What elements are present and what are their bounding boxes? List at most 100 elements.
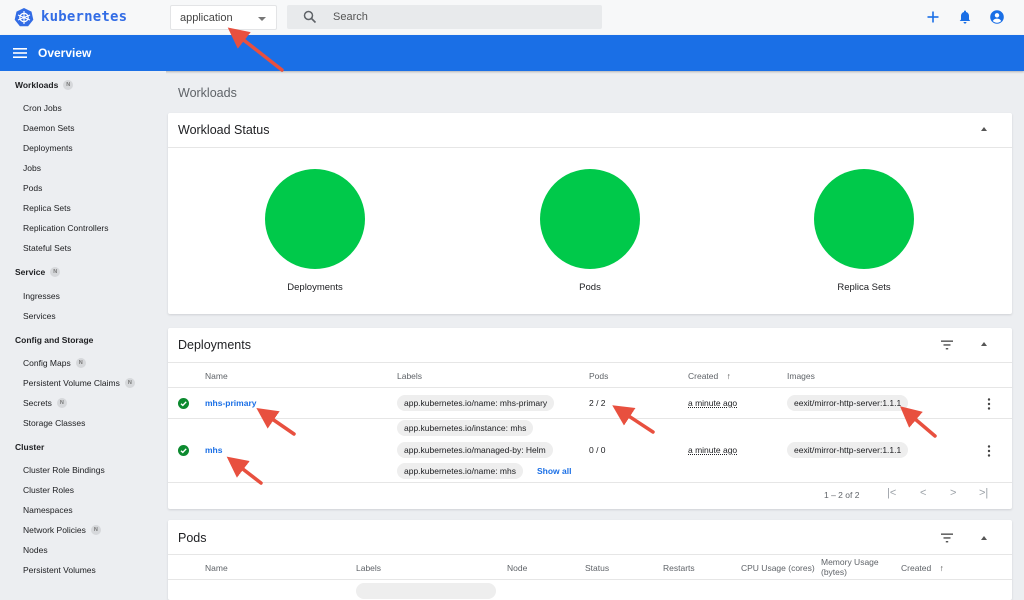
sidebar-item-services[interactable]: Services (23, 311, 56, 321)
sidebar-item-replication-controllers[interactable]: Replication Controllers (23, 223, 109, 233)
sidebar-item-replica-sets[interactable]: Replica Sets (23, 203, 71, 213)
sidebar-item-label: Pods (23, 183, 43, 193)
card-title: Deployments (178, 338, 251, 352)
status-pie-replica-sets[interactable] (814, 169, 914, 269)
hamburger-menu-icon[interactable] (13, 47, 27, 59)
first-page-icon[interactable]: |< (887, 487, 896, 499)
sidebar-item-cron-jobs[interactable]: Cron Jobs (23, 103, 62, 113)
kubernetes-logo[interactable]: kubernetes (14, 7, 127, 27)
sidebar-item-stateful-sets[interactable]: Stateful Sets (23, 243, 71, 253)
sidebar-item-label: Config Maps (23, 358, 71, 368)
sidebar-section-config-and-storage[interactable]: Config and Storage (15, 335, 93, 345)
filter-icon[interactable] (941, 340, 953, 350)
account-circle-icon[interactable] (989, 9, 1005, 25)
sidebar-item-ingresses[interactable]: Ingresses (23, 291, 60, 301)
chevron-down-icon (258, 17, 266, 21)
column-header-created[interactable]: Created ↑ (901, 563, 944, 573)
search-bar[interactable] (287, 5, 602, 29)
notifications-bell-icon[interactable] (957, 9, 973, 25)
sort-arrow-up-icon: ↑ (726, 371, 731, 381)
sidebar-section-label: Config and Storage (15, 335, 94, 345)
sidebar-item-deployments[interactable]: Deployments (23, 143, 73, 153)
search-input[interactable] (333, 5, 593, 29)
sidebar-item-label: Daemon Sets (23, 123, 75, 133)
more-vert-icon[interactable] (987, 398, 991, 410)
sort-arrow-up-icon: ↑ (939, 563, 944, 573)
sidebar-item-persistent-volumes[interactable]: Persistent Volumes (23, 565, 96, 575)
sidebar-item-pods[interactable]: Pods (23, 183, 42, 193)
sidebar-item-nodes[interactable]: Nodes (23, 545, 48, 555)
column-header-cpu-usage: CPU Usage (cores) (741, 563, 815, 573)
namespaced-badge: N (50, 267, 61, 277)
last-page-icon[interactable]: >| (979, 487, 988, 499)
sidebar-section-service[interactable]: Service N (15, 267, 61, 277)
namespace-selected-value: application (180, 12, 233, 24)
sidebar-item-label: Cluster Role Bindings (23, 465, 105, 475)
sidebar-section-label: Workloads (15, 80, 59, 90)
sidebar-item-label: Persistent Volumes (23, 565, 96, 575)
sidebar-item-daemon-sets[interactable]: Daemon Sets (23, 123, 75, 133)
sidebar-item-cluster-roles[interactable]: Cluster Roles (23, 485, 74, 495)
status-chart-deployments: Deployments (265, 169, 365, 293)
sidebar: Workloads N Cron Jobs Daemon Sets Deploy… (0, 71, 166, 587)
namespaced-badge: N (90, 525, 101, 535)
column-header-name[interactable]: Name (205, 371, 228, 381)
column-header-created[interactable]: Created ↑ (688, 371, 731, 381)
column-header-label: Created (901, 563, 932, 573)
pagination-range: 1 – 2 of 2 (824, 490, 860, 500)
column-header-restarts: Restarts (663, 563, 695, 573)
next-page-icon[interactable]: > (950, 487, 956, 499)
namespace-select[interactable]: application (170, 5, 277, 30)
sidebar-item-label: Namespaces (23, 505, 73, 515)
column-header-label: Created (688, 371, 719, 381)
sidebar-item-config-maps[interactable]: Config Maps N (23, 358, 86, 368)
status-pie-pods[interactable] (540, 169, 640, 269)
sidebar-item-secrets[interactable]: Secrets N (23, 398, 67, 408)
sidebar-section-cluster[interactable]: Cluster (15, 442, 44, 452)
card-header: Workload Status (168, 113, 1012, 148)
sidebar-item-network-policies[interactable]: Network Policies N (23, 525, 101, 535)
created-time: a minute ago (688, 445, 738, 455)
sidebar-item-label: Cluster Roles (23, 485, 75, 495)
pods-count: 2 / 2 (589, 398, 606, 408)
namespaced-badge: N (124, 378, 135, 388)
deployment-name-link[interactable]: mhs-primary (205, 398, 257, 408)
image-chip: eexit/mirror-http-server:1.1.1 (787, 442, 909, 458)
filter-icon[interactable] (941, 533, 953, 543)
sidebar-item-namespaces[interactable]: Namespaces (23, 505, 73, 515)
label-chip (356, 583, 496, 599)
search-icon (303, 10, 317, 24)
divider (168, 387, 1012, 388)
show-all-labels-link[interactable]: Show all (537, 466, 571, 476)
sidebar-item-cluster-role-bindings[interactable]: Cluster Role Bindings (23, 465, 105, 475)
previous-page-icon[interactable]: < (920, 487, 926, 499)
label-chip: app.kubernetes.io/managed-by: Helm (397, 442, 553, 458)
column-header-name[interactable]: Name (205, 563, 228, 573)
collapse-icon[interactable] (981, 536, 987, 540)
label-chip: app.kubernetes.io/instance: mhs (397, 420, 534, 436)
more-vert-icon[interactable] (987, 445, 991, 457)
sidebar-item-label: Storage Classes (23, 418, 86, 428)
column-header-images: Images (787, 371, 815, 381)
collapse-icon[interactable] (981, 127, 987, 131)
sidebar-item-label: Services (23, 311, 56, 321)
sidebar-section-workloads[interactable]: Workloads N (15, 80, 74, 90)
column-header-status: Status (585, 563, 610, 573)
sidebar-item-label: Network Policies (23, 525, 86, 535)
sidebar-item-storage-classes[interactable]: Storage Classes (23, 418, 85, 428)
label-chip: app.kubernetes.io/name: mhs-primary (397, 395, 555, 411)
column-header-labels: Labels (397, 371, 423, 381)
sidebar-item-jobs[interactable]: Jobs (23, 163, 41, 173)
collapse-icon[interactable] (981, 342, 987, 346)
card-header: Pods (168, 520, 1012, 555)
logo-text: kubernetes (41, 9, 128, 25)
sidebar-item-label: Persistent Volume Claims (23, 378, 120, 388)
sidebar-item-label: Replication Controllers (23, 223, 109, 233)
add-icon[interactable] (925, 9, 941, 25)
status-pie-deployments[interactable] (265, 169, 365, 269)
deployment-name-link[interactable]: mhs (205, 445, 222, 455)
card-title: Workload Status (178, 123, 270, 137)
sidebar-item-persistent-volume-claims[interactable]: Persistent Volume Claims N (23, 378, 135, 388)
status-label: Replica Sets (837, 282, 891, 293)
sidebar-item-label: Jobs (23, 163, 41, 173)
